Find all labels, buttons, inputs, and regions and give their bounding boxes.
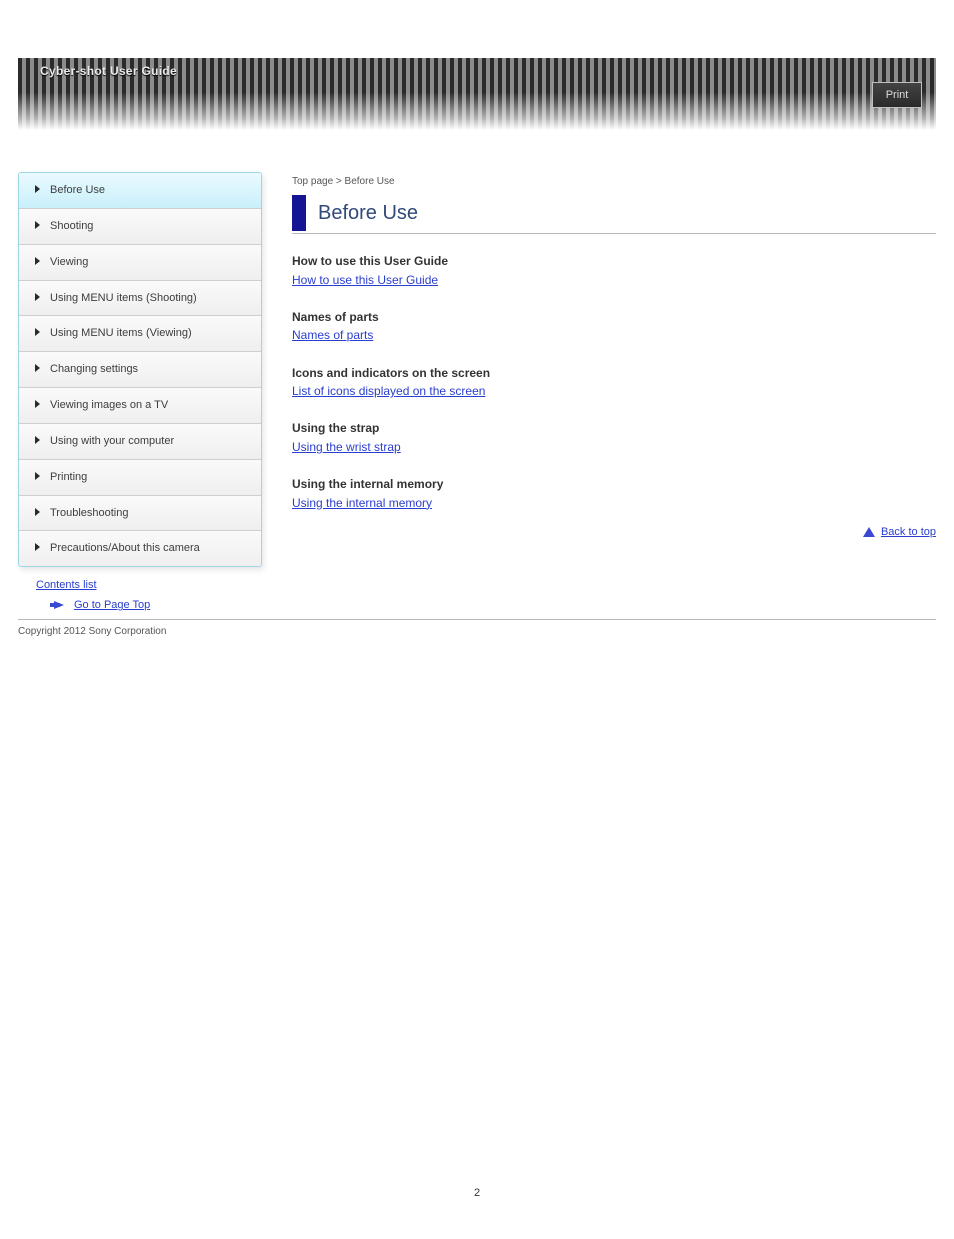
- sidebar-item-label: Changing settings: [50, 362, 138, 377]
- print-button-label: Print: [886, 89, 909, 101]
- section-link-wrist-strap[interactable]: Using the wrist strap: [292, 440, 401, 454]
- page-number: 2: [0, 647, 954, 1199]
- sidebar-item-troubleshooting[interactable]: Troubleshooting: [19, 496, 261, 532]
- page-title: Before Use: [318, 202, 418, 225]
- sidebar-item-computer[interactable]: Using with your computer: [19, 424, 261, 460]
- section-heading: How to use this User Guide: [292, 252, 912, 271]
- sidebar-item-shooting[interactable]: Shooting: [19, 209, 261, 245]
- divider: [292, 233, 936, 234]
- chevron-right-icon: [35, 364, 40, 372]
- sidebar-item-label: Printing: [50, 470, 87, 485]
- sidebar-nav: Before Use Shooting Viewing Using MENU i…: [18, 172, 262, 567]
- copyright-text: Copyright 2012 Sony Corporation: [18, 626, 936, 637]
- sidebar-item-label: Before Use: [50, 183, 105, 198]
- section-heading: Using the strap: [292, 419, 912, 438]
- section-heading: Names of parts: [292, 308, 912, 327]
- sidebar-item-label: Shooting: [50, 219, 93, 234]
- sidebar-item-menu-viewing[interactable]: Using MENU items (Viewing): [19, 316, 261, 352]
- divider: [18, 619, 936, 620]
- sidebar-item-menu-shooting[interactable]: Using MENU items (Shooting): [19, 281, 261, 317]
- header-title: Cyber-shot User Guide: [40, 64, 177, 78]
- chevron-right-icon: [35, 472, 40, 480]
- section-link-icons-list[interactable]: List of icons displayed on the screen: [292, 384, 485, 398]
- chevron-right-icon: [35, 257, 40, 265]
- chevron-right-icon: [35, 221, 40, 229]
- sidebar-item-label: Viewing images on a TV: [50, 398, 168, 413]
- title-ornament-icon: [292, 195, 306, 231]
- arrow-right-icon: [54, 601, 64, 609]
- sidebar-item-label: Viewing: [50, 255, 88, 270]
- sidebar-item-tv[interactable]: Viewing images on a TV: [19, 388, 261, 424]
- chevron-right-icon: [35, 328, 40, 336]
- sidebar-item-precautions[interactable]: Precautions/About this camera: [19, 531, 261, 566]
- sidebar-item-label: Using MENU items (Shooting): [50, 291, 197, 306]
- breadcrumb: Top page > Before Use: [292, 176, 936, 187]
- go-to-page-top-link[interactable]: Go to Page Top: [74, 599, 150, 611]
- sidebar-item-label: Troubleshooting: [50, 506, 128, 521]
- sidebar-item-before-use[interactable]: Before Use: [19, 173, 261, 209]
- print-button[interactable]: Print: [872, 82, 922, 108]
- chevron-right-icon: [35, 436, 40, 444]
- section-link-internal-memory[interactable]: Using the internal memory: [292, 496, 432, 510]
- sidebar-item-viewing[interactable]: Viewing: [19, 245, 261, 281]
- section-link-how-to-use[interactable]: How to use this User Guide: [292, 273, 438, 287]
- contents-list-link[interactable]: Contents list: [36, 579, 97, 591]
- chevron-right-icon: [35, 185, 40, 193]
- header-bar: Cyber-shot User Guide Print: [18, 58, 936, 130]
- sidebar-item-changing-settings[interactable]: Changing settings: [19, 352, 261, 388]
- back-to-top-link[interactable]: Back to top: [881, 526, 936, 538]
- chevron-right-icon: [35, 508, 40, 516]
- section-link-names-of-parts[interactable]: Names of parts: [292, 328, 373, 342]
- chevron-right-icon: [35, 400, 40, 408]
- section-heading: Using the internal memory: [292, 475, 912, 494]
- chevron-right-icon: [35, 543, 40, 551]
- sidebar-item-label: Using with your computer: [50, 434, 174, 449]
- main-content: Top page > Before Use Before Use How to …: [292, 172, 936, 538]
- triangle-up-icon: [863, 527, 875, 537]
- sidebar-item-label: Precautions/About this camera: [50, 541, 200, 556]
- sidebar-item-printing[interactable]: Printing: [19, 460, 261, 496]
- chevron-right-icon: [35, 293, 40, 301]
- section-heading: Icons and indicators on the screen: [292, 364, 912, 383]
- sidebar-item-label: Using MENU items (Viewing): [50, 326, 192, 341]
